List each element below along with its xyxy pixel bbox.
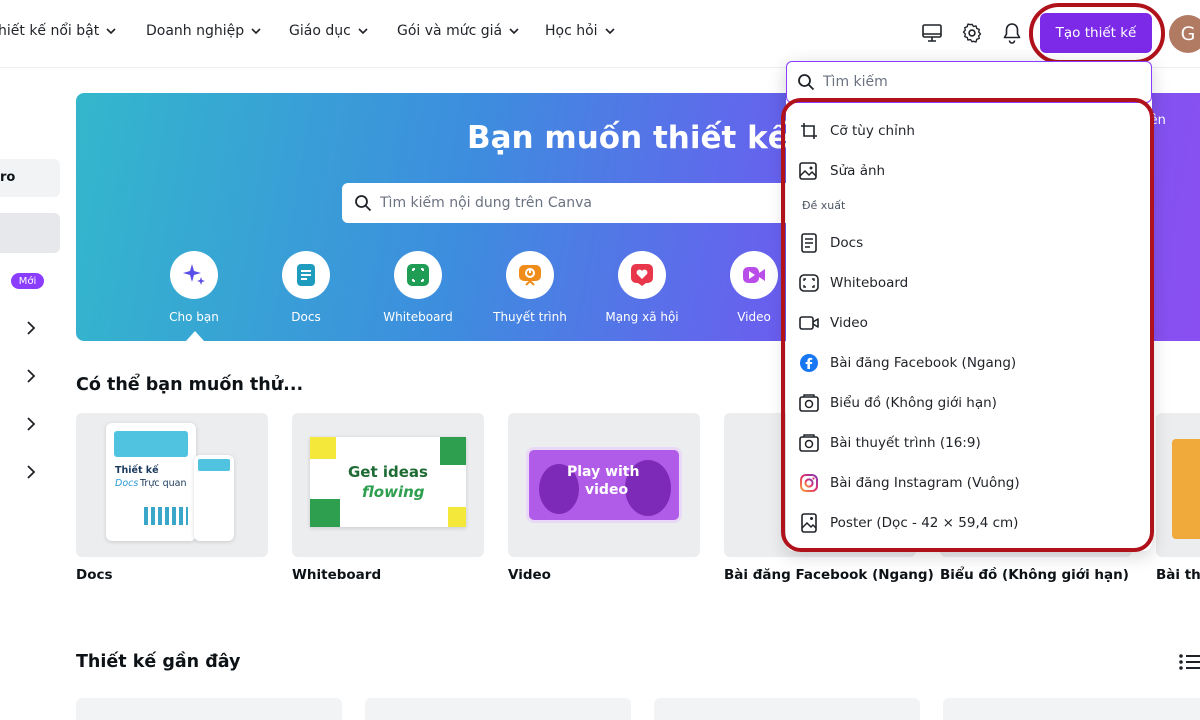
dropdown-item-facebook-post[interactable]: Bài đăng Facebook (Ngang) [798,347,1138,379]
highlight-ring-create [1029,3,1165,64]
top-navigation: hiết kế nổi bật Doanh nghiệp Giáo dục Gó… [0,0,1200,68]
nav-learn[interactable]: Học hỏi [545,23,616,39]
dropdown-search-input[interactable] [823,74,1123,90]
chevron-right-icon[interactable] [24,368,38,384]
category-docs[interactable]: Docs [261,251,351,324]
doc-thumbnail-small [194,455,234,541]
create-design-dropdown: Cỡ tùy chỉnh Sửa ảnh Đề xuất Docs Whiteb… [786,61,1152,551]
dropdown-item-instagram-post[interactable]: Bài đăng Instagram (Vuông) [798,467,1138,499]
heart-icon [618,251,666,299]
new-badge: Mới [11,273,44,289]
recent-design-card[interactable] [943,698,1200,720]
card-label: Biểu đồ (Không giới hạn) [940,567,1129,583]
card-label: Bài thu [1156,567,1200,583]
recent-design-card[interactable] [654,698,920,720]
desktop-app-icon[interactable] [919,20,945,46]
dropdown-item-presentation[interactable]: Bài thuyết trình (16:9) [798,427,1138,459]
doc-icon [798,232,820,254]
hero-title: Bạn muốn thiết kế g [467,120,822,156]
nav-pricing[interactable]: Gói và mức giá [397,23,520,39]
chevron-down-icon [106,28,116,35]
card-video[interactable]: Play with video [508,413,700,557]
chevron-down-icon [251,28,261,35]
search-icon [355,195,372,212]
gear-icon[interactable] [959,20,985,46]
card-docs[interactable]: Thiết kế Docs Trực quan [76,413,268,557]
card-label: Docs [76,567,113,583]
chart-icon [798,392,820,414]
dropdown-item-poster[interactable]: Poster (Dọc - 42 × 59,4 cm) [798,507,1138,539]
dropdown-item-docs[interactable]: Docs [798,227,1138,259]
card-label: Bài đăng Facebook (Ngang) [724,567,934,583]
chevron-right-icon[interactable] [24,464,38,480]
card-whiteboard[interactable]: Get ideas flowing [292,413,484,557]
card-label: Whiteboard [292,567,382,583]
custom-size-icon [798,120,820,142]
dropdown-item-photo-edit[interactable]: Sửa ảnh [798,155,1138,187]
sidebar-tab-pro[interactable]: ro [0,159,60,197]
recent-design-card[interactable] [76,698,342,720]
doc-thumbnail: Thiết kế Docs Trực quan [106,423,196,541]
card-presentation[interactable] [1156,413,1200,557]
nav-featured-designs[interactable]: hiết kế nổi bật [0,23,117,39]
instagram-icon [798,472,820,494]
category-presentation[interactable]: Thuyết trình [485,251,575,324]
dropdown-search-box[interactable] [786,61,1152,103]
search-icon [798,74,815,91]
list-view-icon[interactable] [1178,653,1200,671]
chevron-right-icon[interactable] [24,416,38,432]
video-thumbnail: Play with video [526,447,682,523]
dropdown-item-chart[interactable]: Biểu đồ (Không giới hạn) [798,387,1138,419]
whiteboard-icon [798,272,820,294]
presentation-icon [798,432,820,454]
nav-education[interactable]: Giáo dục [289,23,369,39]
nav-business[interactable]: Doanh nghiệp [146,23,262,39]
chevron-down-icon [358,28,368,35]
category-for-you[interactable]: Cho bạn [149,251,239,324]
sparkle-icon [170,251,218,299]
bell-icon[interactable] [999,20,1025,46]
dropdown-item-whiteboard[interactable]: Whiteboard [798,267,1138,299]
category-whiteboard[interactable]: Whiteboard [373,251,463,324]
recent-designs-title: Thiết kế gần đây [76,652,241,672]
doc-icon [282,251,330,299]
recent-design-card[interactable] [365,698,631,720]
card-label: Video [508,567,551,583]
suggestions-title: Có thể bạn muốn thử... [76,375,304,395]
chevron-down-icon [605,28,615,35]
dropdown-section-suggested: Đề xuất [802,199,846,212]
whiteboard-icon [394,251,442,299]
poster-icon [798,512,820,534]
hero-search-box[interactable] [342,183,822,223]
avatar[interactable]: G [1169,15,1200,53]
category-selected-indicator [186,331,204,341]
video-icon [730,251,778,299]
dropdown-item-custom-size[interactable]: Cỡ tùy chỉnh [798,115,1138,147]
chevron-right-icon[interactable] [24,320,38,336]
presentation-icon [506,251,554,299]
facebook-icon [798,352,820,374]
video-icon [798,312,820,334]
photo-edit-icon [798,160,820,182]
whiteboard-thumbnail: Get ideas flowing [310,437,466,527]
dropdown-item-video[interactable]: Video [798,307,1138,339]
hero-search-input[interactable] [380,195,780,211]
category-social-media[interactable]: Mạng xã hội [597,251,687,324]
sidebar-tab-label: ro [0,170,16,185]
chevron-down-icon [509,28,519,35]
sidebar-tab-active[interactable] [0,213,60,253]
